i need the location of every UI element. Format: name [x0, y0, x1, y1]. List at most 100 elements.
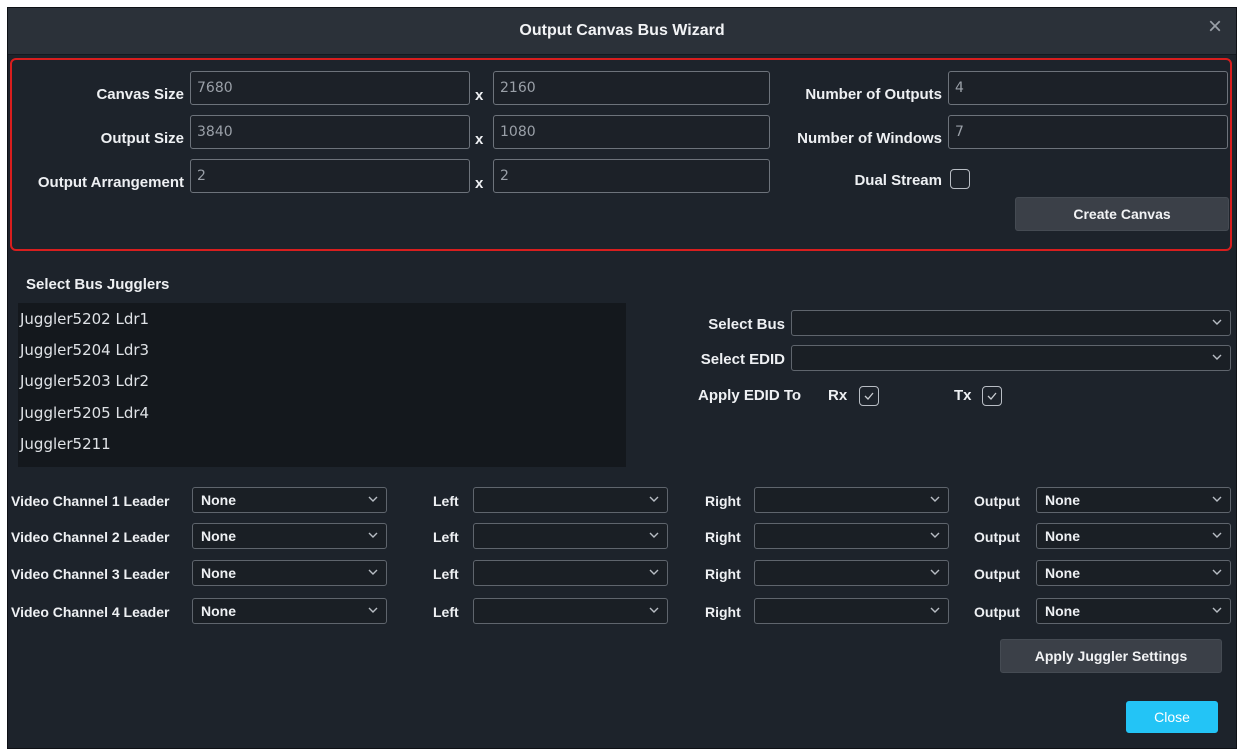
canvas-width-input[interactable]: 7680 [190, 71, 470, 105]
leader-value: None [201, 603, 236, 619]
video-channel-3-label: Video Channel 3 Leader [11, 566, 170, 582]
chevron-down-icon [649, 569, 659, 575]
video-channel-2-left-dropdown[interactable] [473, 523, 668, 549]
output-height-input[interactable]: 1080 [493, 115, 770, 149]
chevron-down-icon [649, 496, 659, 502]
list-item[interactable]: Juggler5202 Ldr1 [20, 310, 149, 328]
output-size-label: Output Size [100, 130, 184, 147]
video-channel-1-output-dropdown[interactable]: None [1036, 487, 1231, 513]
dual-stream-label: Dual Stream [854, 172, 942, 189]
check-icon [864, 392, 874, 400]
output-width-input[interactable]: 3840 [190, 115, 470, 149]
output-label: Output [974, 493, 1020, 509]
output-label: Output [974, 566, 1020, 582]
chevron-down-icon [930, 569, 940, 575]
video-channel-2-label: Video Channel 2 Leader [11, 529, 170, 545]
left-label: Left [433, 529, 459, 545]
apply-edid-label: Apply EDID To [698, 387, 802, 404]
output-value: None [1045, 492, 1080, 508]
output-size-separator: x [475, 131, 484, 148]
chevron-down-icon [368, 532, 378, 538]
title-bar: Output Canvas Bus Wizard × [8, 8, 1236, 55]
video-channel-3-left-dropdown[interactable] [473, 560, 668, 586]
chevron-down-icon [1212, 569, 1222, 575]
rx-checkbox[interactable] [859, 386, 879, 406]
close-button[interactable]: Close [1126, 701, 1218, 733]
list-item[interactable]: Juggler5205 Ldr4 [20, 404, 149, 422]
left-label: Left [433, 493, 459, 509]
canvas-size-label: Canvas Size [96, 86, 184, 103]
video-channel-3-right-dropdown[interactable] [754, 560, 949, 586]
number-of-outputs-input[interactable]: 4 [948, 71, 1228, 105]
arrangement-rows-input[interactable]: 2 [493, 159, 770, 193]
video-channel-4-label: Video Channel 4 Leader [11, 604, 170, 620]
output-value: None [1045, 603, 1080, 619]
right-label: Right [705, 529, 741, 545]
dual-stream-checkbox[interactable] [950, 169, 970, 189]
wizard-window: Output Canvas Bus Wizard × Canvas Size 7… [7, 7, 1237, 749]
select-bus-jugglers-heading: Select Bus Jugglers [26, 276, 170, 293]
list-item[interactable]: Juggler5203 Ldr2 [20, 372, 149, 390]
video-channel-4-right-dropdown[interactable] [754, 598, 949, 624]
right-label: Right [705, 566, 741, 582]
chevron-down-icon [368, 569, 378, 575]
output-value: None [1045, 565, 1080, 581]
select-bus-label: Select Bus [708, 316, 785, 333]
number-of-outputs-label: Number of Outputs [805, 86, 942, 103]
canvas-height-input[interactable]: 2160 [493, 71, 770, 105]
video-channel-1-leader-dropdown[interactable]: None [192, 487, 387, 513]
video-channel-1-left-dropdown[interactable] [473, 487, 668, 513]
left-label: Left [433, 604, 459, 620]
left-label: Left [433, 566, 459, 582]
apply-juggler-settings-button[interactable]: Apply Juggler Settings [1000, 639, 1222, 673]
chevron-down-icon [930, 496, 940, 502]
bus-jugglers-list[interactable]: Juggler5202 Ldr1 Juggler5204 Ldr3 Juggle… [18, 303, 626, 467]
check-icon [987, 392, 997, 400]
video-channel-2-output-dropdown[interactable]: None [1036, 523, 1231, 549]
rx-label: Rx [828, 387, 848, 404]
output-label: Output [974, 529, 1020, 545]
chevron-down-icon [1212, 319, 1222, 325]
leader-value: None [201, 492, 236, 508]
video-channel-3-leader-dropdown[interactable]: None [192, 560, 387, 586]
chevron-down-icon [1212, 607, 1222, 613]
chevron-down-icon [1212, 354, 1222, 360]
video-channel-2-leader-dropdown[interactable]: None [192, 523, 387, 549]
create-canvas-button[interactable]: Create Canvas [1015, 197, 1229, 231]
chevron-down-icon [649, 532, 659, 538]
number-of-windows-input[interactable]: 7 [948, 115, 1228, 149]
video-channel-1-right-dropdown[interactable] [754, 487, 949, 513]
leader-value: None [201, 528, 236, 544]
select-bus-dropdown[interactable] [791, 310, 1231, 336]
video-channel-4-leader-dropdown[interactable]: None [192, 598, 387, 624]
list-item[interactable]: Juggler5204 Ldr3 [20, 341, 149, 359]
tx-label: Tx [954, 387, 972, 404]
number-of-windows-label: Number of Windows [797, 130, 942, 147]
chevron-down-icon [1212, 496, 1222, 502]
window-title: Output Canvas Bus Wizard [519, 22, 725, 39]
select-edid-dropdown[interactable] [791, 345, 1231, 371]
output-value: None [1045, 528, 1080, 544]
video-channel-1-label: Video Channel 1 Leader [11, 493, 170, 509]
right-label: Right [705, 604, 741, 620]
leader-value: None [201, 565, 236, 581]
video-channel-3-output-dropdown[interactable]: None [1036, 560, 1231, 586]
video-channel-4-output-dropdown[interactable]: None [1036, 598, 1231, 624]
arrangement-separator: x [475, 175, 484, 192]
tx-checkbox[interactable] [982, 386, 1002, 406]
canvas-size-separator: x [475, 87, 484, 104]
chevron-down-icon [1212, 532, 1222, 538]
output-arrangement-label: Output Arrangement [37, 174, 184, 191]
arrangement-columns-input[interactable]: 2 [190, 159, 470, 193]
close-icon[interactable]: × [1204, 15, 1226, 39]
right-label: Right [705, 493, 741, 509]
chevron-down-icon [368, 496, 378, 502]
select-edid-label: Select EDID [700, 351, 785, 368]
output-label: Output [974, 604, 1020, 620]
chevron-down-icon [930, 607, 940, 613]
list-item[interactable]: Juggler5211 [20, 435, 111, 453]
video-channel-2-right-dropdown[interactable] [754, 523, 949, 549]
chevron-down-icon [930, 532, 940, 538]
chevron-down-icon [368, 607, 378, 613]
video-channel-4-left-dropdown[interactable] [473, 598, 668, 624]
